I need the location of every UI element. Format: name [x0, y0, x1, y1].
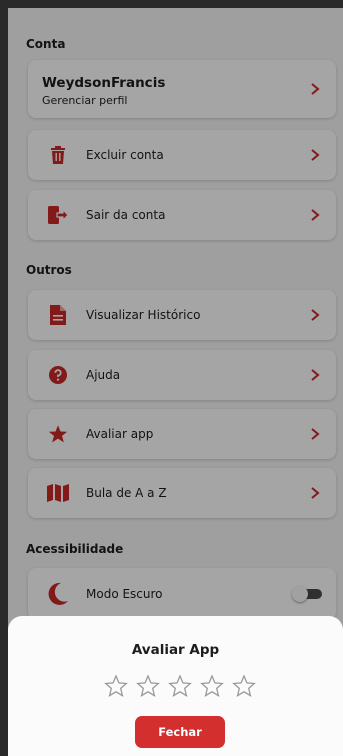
star-outline-icon[interactable] [232, 674, 256, 698]
star-outline-icon[interactable] [168, 674, 192, 698]
star-outline-icon[interactable] [136, 674, 160, 698]
star-outline-icon[interactable] [104, 674, 128, 698]
star-rating [104, 674, 256, 698]
star-outline-icon[interactable] [200, 674, 224, 698]
dialog-title: Avaliar App [131, 642, 220, 658]
settings-screen: Conta WeydsonFrancis Gerenciar perfil Ex… [8, 8, 343, 756]
close-button[interactable]: Fechar [135, 716, 225, 748]
rate-app-dialog: Avaliar App Fechar [8, 616, 343, 756]
